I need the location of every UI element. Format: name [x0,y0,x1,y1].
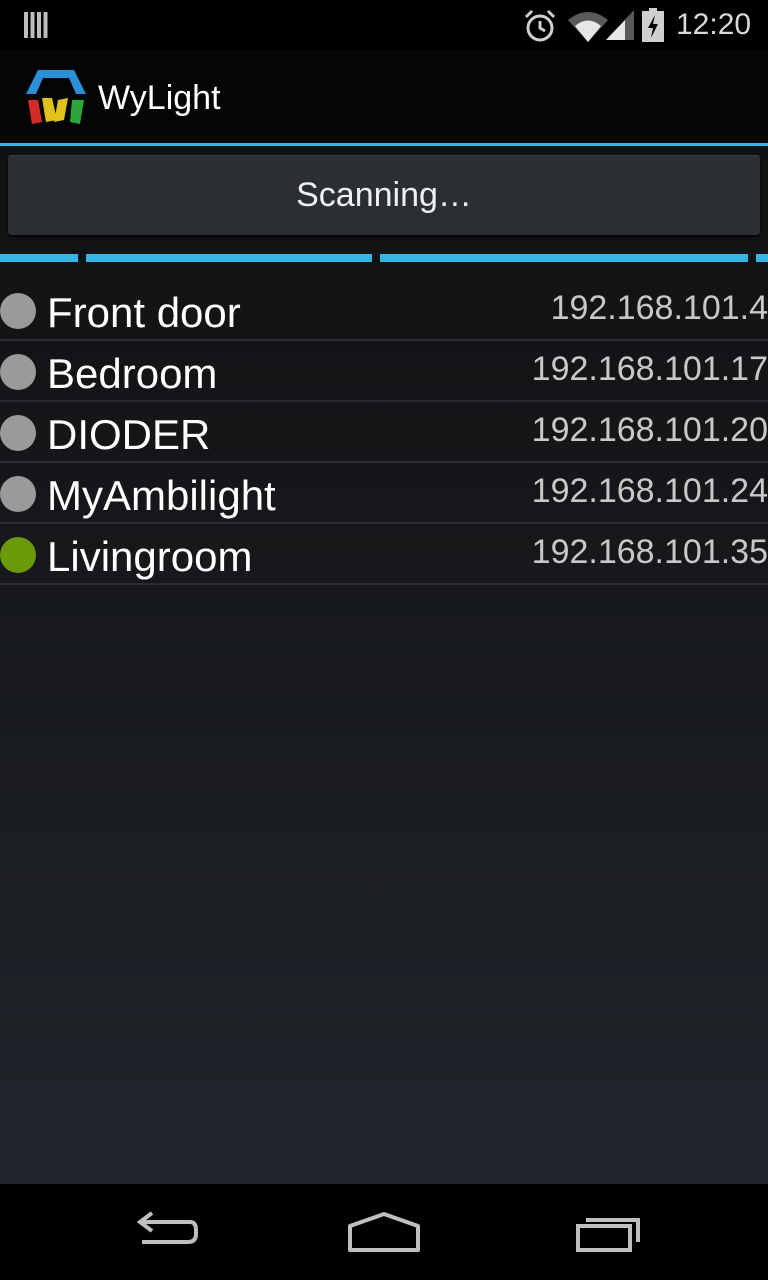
progress-segment [380,254,748,262]
status-bar: 12:20 [0,0,768,50]
device-status-dot [0,415,36,451]
signal-icon [606,10,634,40]
device-row-dioder[interactable]: DIODER 192.168.101.20 [0,402,768,463]
device-ip: 192.168.101.20 [531,411,768,449]
home-button[interactable] [336,1202,432,1262]
device-status-dot [0,354,36,390]
alarm-icon [524,9,556,42]
device-name: Bedroom [47,350,218,397]
progress-segment [756,254,768,262]
device-row-myambilight[interactable]: MyAmbilight 192.168.101.24 [0,463,768,524]
action-bar-divider [0,143,768,146]
device-row-bedroom[interactable]: Bedroom 192.168.101.17 [0,341,768,402]
notification-bars-icon [24,12,48,38]
battery-charging-icon [642,8,664,42]
progress-segment [0,254,78,262]
device-status-dot [0,537,36,573]
app-title: WyLight [98,79,221,117]
wylight-logo-icon [26,70,86,124]
device-list: Front door 192.168.101.4 Bedroom 192.168… [0,280,768,585]
device-name: MyAmbilight [47,472,276,519]
status-time: 12:20 [676,8,752,41]
wifi-icon [568,12,608,42]
scan-button[interactable]: Scanning… [8,155,760,235]
back-button[interactable] [112,1202,208,1262]
device-name: DIODER [47,411,211,458]
device-name: Front door [47,289,241,336]
device-row-livingroom[interactable]: Livingroom 192.168.101.35 [0,524,768,585]
device-name: Livingroom [47,533,253,580]
device-status-dot [0,293,36,329]
navigation-bar [0,1184,768,1280]
recents-icon [576,1218,640,1252]
device-ip: 192.168.101.4 [550,289,768,327]
device-ip: 192.168.101.17 [531,350,768,388]
device-status-dot [0,476,36,512]
progress-segment [86,254,372,262]
device-row-front-door[interactable]: Front door 192.168.101.4 [0,280,768,341]
action-bar: WyLight [0,50,768,144]
device-ip: 192.168.101.35 [531,533,768,571]
scan-progress-bar [0,254,768,262]
recents-button[interactable] [560,1202,656,1262]
device-ip: 192.168.101.24 [531,472,768,510]
back-icon [136,1211,198,1244]
home-icon [348,1212,420,1252]
